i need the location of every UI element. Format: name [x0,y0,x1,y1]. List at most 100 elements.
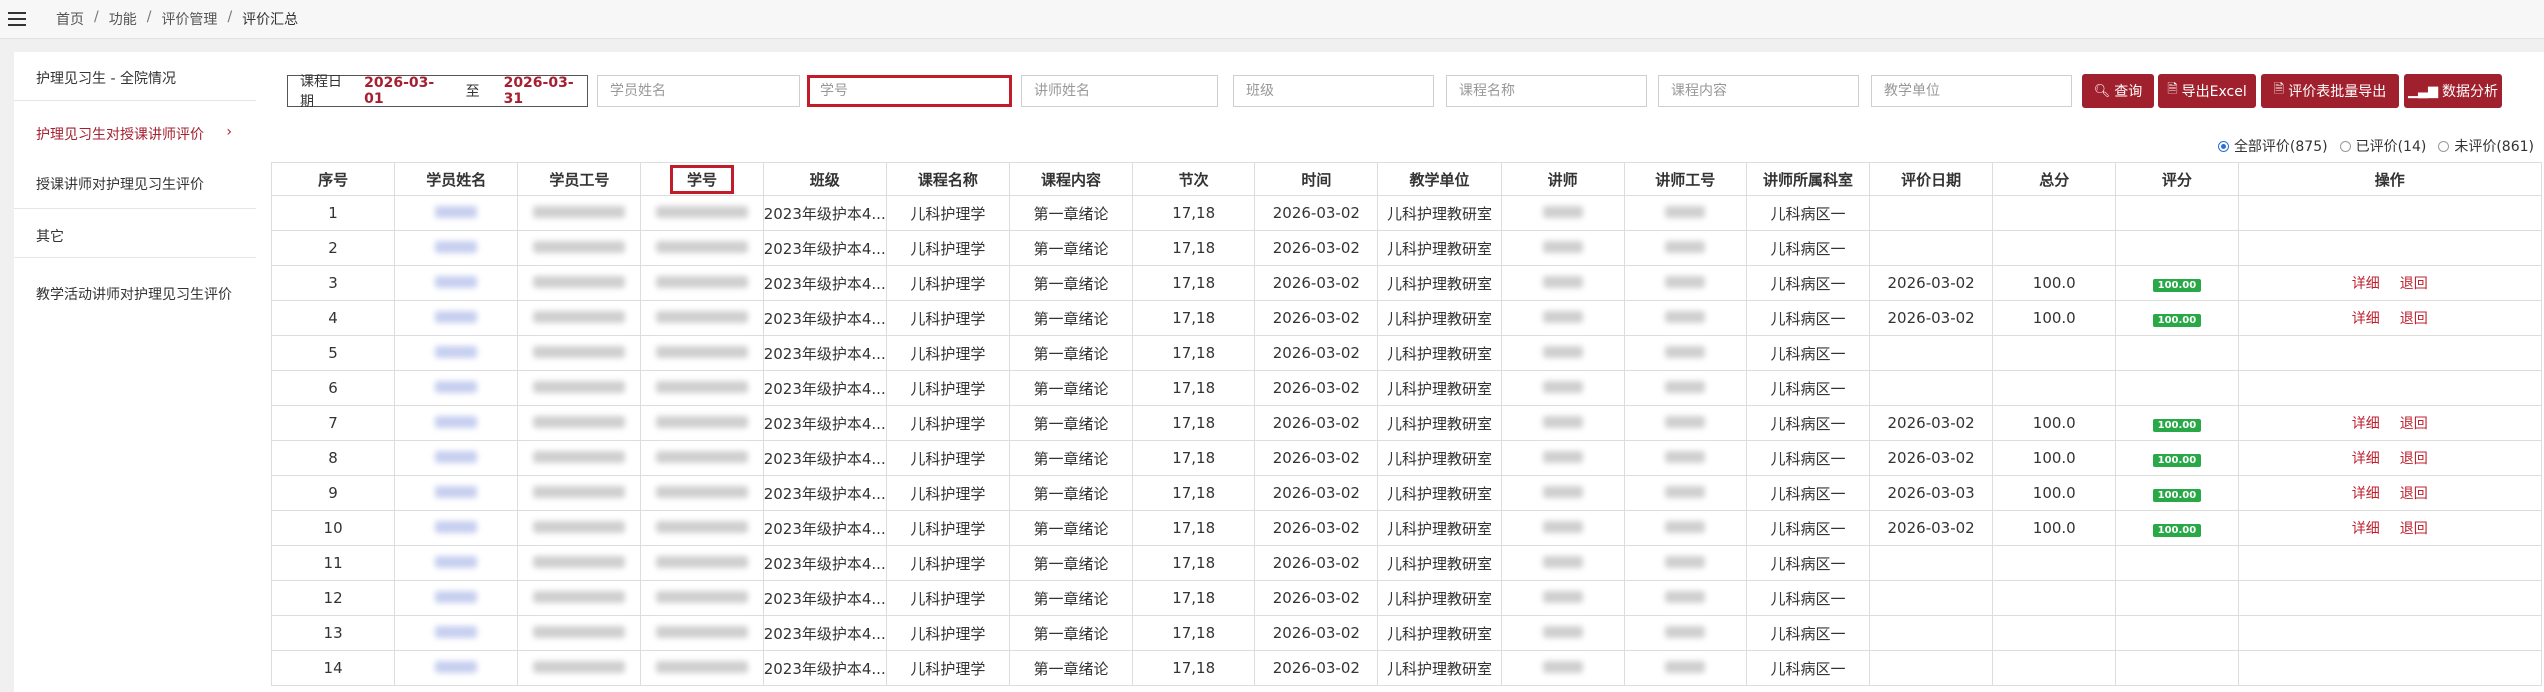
redacted-name [1542,206,1583,218]
sidebar-item-activity-teacher[interactable]: 教学活动讲师对护理见习生评价 [14,284,256,304]
cell-class: 2023年级护本4... [762,440,887,476]
cell-total [1992,545,2117,581]
column-header: 节次 [1132,162,1256,196]
student-name-input[interactable]: 学员姓名 [597,75,800,107]
radio-all[interactable]: 全部评价(875) [2217,136,2328,156]
cell-student-work-no [517,300,642,336]
cell-unit: 儿科护理教研室 [1377,195,1502,231]
cell-student-name [394,615,519,651]
detail-link[interactable]: 详细 [2352,416,2380,432]
redacted-id [533,661,626,673]
sidebar-item-teacher-to-student[interactable]: 授课讲师对护理见习生评价 [14,174,256,194]
cell-ops [2237,650,2542,686]
date-range-filter[interactable]: 课程日期 2026-03-01 至 2026-03-31 [287,74,588,110]
cell-no: 4 [270,300,396,336]
radio-evaluated[interactable]: 已评价(14) [2339,136,2426,156]
detail-link[interactable]: 详细 [2352,276,2380,292]
data-analysis-button[interactable]: ▁▃▆ 数据分析 [2404,74,2502,108]
cell-course: 儿科护理学 [885,300,1010,336]
cell-time: 2026-03-02 [1254,195,1379,231]
cell-section: 17,18 [1132,580,1256,616]
sidebar-divider [14,208,256,209]
student-no-input[interactable]: 学号 [807,75,1012,107]
return-link[interactable]: 退回 [2400,311,2428,327]
hamburger-icon[interactable] [8,12,26,26]
cell-section: 17,18 [1132,230,1256,266]
cell-student-work-no [517,510,642,546]
cell-content: 第一章绪论 [1008,335,1134,371]
query-button[interactable]: 🔍︎ 查询 [2082,74,2154,108]
sidebar-item-other[interactable]: 其它 [14,226,256,246]
export-excel-button[interactable]: 🗎︎ 导出Excel [2158,74,2256,108]
detail-link[interactable]: 详细 [2352,521,2380,537]
teacher-name-input[interactable]: 讲师姓名 [1021,75,1218,107]
redacted-name [435,486,478,498]
redacted-id [533,241,626,253]
breadcrumb-function[interactable]: 功能 [109,9,137,29]
sidebar-item-overview[interactable]: 护理见习生 - 全院情况 [14,68,256,88]
breadcrumb-eval-manage[interactable]: 评价管理 [161,9,217,29]
cell-class: 2023年级护本4... [762,300,887,336]
date-from[interactable]: 2026-03-01 [364,75,447,107]
return-link[interactable]: 退回 [2400,276,2428,292]
cell-teacher-no [1623,265,1747,301]
redacted-id [656,206,749,218]
cell-class: 2023年级护本4... [762,195,887,231]
redacted-name [435,556,478,568]
cell-content: 第一章绪论 [1008,230,1134,266]
cell-score: 100.00 [2115,405,2239,441]
teaching-unit-input[interactable]: 教学单位 [1871,75,2072,107]
cell-content: 第一章绪论 [1008,195,1134,231]
cell-time: 2026-03-02 [1254,650,1379,686]
redacted-id [656,276,749,288]
cell-class: 2023年级护本4... [762,545,887,581]
detail-link[interactable]: 详细 [2352,486,2380,502]
cell-eval-date [1869,195,1994,231]
batch-export-button[interactable]: 🗎︎ 评价表批量导出 [2261,74,2399,108]
redacted-name [1542,381,1583,393]
detail-link[interactable]: 详细 [2352,451,2380,467]
cell-student-no [640,265,764,301]
redacted-id [656,241,749,253]
cell-total [1992,195,2117,231]
return-link[interactable]: 退回 [2400,521,2428,537]
cell-dept: 儿科病区一 [1745,580,1871,616]
cell-ops [2237,335,2542,371]
cell-class: 2023年级护本4... [762,615,887,651]
cell-score [2115,370,2239,406]
cell-score [2115,650,2239,686]
course-name-input[interactable]: 课程名称 [1446,75,1647,107]
redacted-name [1542,486,1583,498]
cell-course: 儿科护理学 [885,370,1010,406]
cell-unit: 儿科护理教研室 [1377,300,1502,336]
cell-teacher-no [1623,335,1747,371]
redacted-name [435,416,478,428]
class-input[interactable]: 班级 [1233,75,1434,107]
cell-unit: 儿科护理教研室 [1377,370,1502,406]
redacted-id [656,626,749,638]
cell-no: 7 [270,405,396,441]
breadcrumb-home[interactable]: 首页 [56,9,84,29]
redacted-id [1665,416,1706,428]
redacted-name [1542,521,1583,533]
redacted-id [533,626,626,638]
return-link[interactable]: 退回 [2400,486,2428,502]
course-content-input[interactable]: 课程内容 [1658,75,1859,107]
cell-student-name [394,580,519,616]
detail-link[interactable]: 详细 [2352,311,2380,327]
cell-ops: 详细 退回 [2237,475,2542,511]
column-header: 学员姓名 [394,162,519,196]
return-link[interactable]: 退回 [2400,451,2428,467]
redacted-id [533,311,626,323]
search-icon: 🔍︎ [2093,83,2111,99]
cell-teacher [1500,300,1625,336]
sidebar-item-student-to-teacher[interactable]: 护理见习生对授课讲师评价 › [14,124,256,144]
return-link[interactable]: 退回 [2400,416,2428,432]
radio-not-evaluated[interactable]: 未评价(861) [2438,136,2534,156]
redacted-id [656,416,749,428]
cell-ops [2237,545,2542,581]
radio-dot [2438,140,2450,152]
score-badge: 100.00 [2152,279,2202,292]
date-to[interactable]: 2026-03-31 [504,75,587,107]
cell-teacher [1500,405,1625,441]
